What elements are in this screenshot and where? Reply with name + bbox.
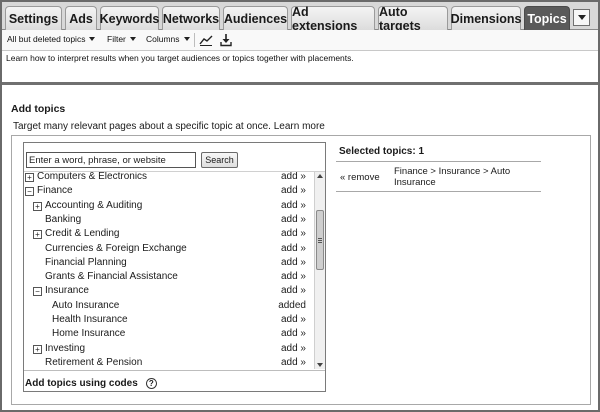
expand-icon[interactable]: + [33, 344, 42, 354]
topic-label: Investing [45, 342, 86, 354]
topic-added-status: added [278, 299, 306, 311]
topic-label: Home Insurance [52, 328, 126, 340]
selected-divider [336, 161, 541, 162]
topic-label: Financial Planning [45, 256, 127, 268]
tab-networks[interactable]: Networks [162, 6, 220, 30]
tab-topics[interactable]: Topics [524, 6, 570, 31]
add-topic-link[interactable]: add » [281, 227, 306, 241]
scrollbar-thumb[interactable] [316, 210, 324, 270]
columns-label: Columns [146, 34, 180, 44]
topic-row: Health Insurance add » [24, 313, 314, 327]
topic-row: Currencies & Foreign Exchange add » [24, 242, 314, 256]
filter-label: Filter [107, 34, 126, 44]
topic-label: Banking [45, 213, 82, 225]
topic-label: Finance [37, 185, 73, 197]
topic-label: Accounting & Auditing [45, 199, 143, 211]
tab-auto-targets[interactable]: Auto targets [378, 5, 448, 33]
tab-ads[interactable]: Ads [65, 6, 97, 30]
add-topic-link[interactable]: add » [281, 256, 306, 270]
topic-row: Grants & Financial Assistance add » [24, 270, 314, 284]
add-topic-link[interactable]: add » [281, 356, 306, 369]
view-filter-dropdown[interactable]: All but deleted topics [7, 34, 96, 44]
topic-label: Insurance [45, 285, 89, 297]
expand-icon[interactable]: + [33, 201, 42, 211]
topic-list-scrollbar[interactable] [314, 172, 325, 369]
tab-audiences[interactable]: Audiences [223, 6, 288, 30]
more-tabs-dropdown[interactable] [573, 9, 590, 26]
add-topic-link[interactable]: add » [281, 213, 306, 227]
toolbar-divider [194, 33, 195, 47]
topic-list: + Computers & Electronics add » − Finance add… [24, 171, 325, 369]
expand-icon[interactable]: + [33, 230, 42, 240]
description-text: Target many relevant pages about a speci… [13, 121, 271, 132]
topic-label: Retirement & Pension [45, 356, 143, 368]
remove-topic-link[interactable]: « remove [340, 172, 380, 183]
selected-topics-title: Selected topics: 1 [339, 146, 425, 157]
collapse-icon[interactable]: − [33, 287, 42, 297]
topic-row: Financial Planning add » [24, 256, 314, 270]
scroll-down-icon[interactable] [317, 363, 323, 367]
tab-settings[interactable]: Settings [5, 6, 62, 30]
selected-topic-path: Finance > Insurance > Auto Insurance [394, 166, 511, 188]
topic-label: Auto Insurance [52, 299, 120, 311]
download-icon[interactable] [219, 33, 233, 47]
tab-ad-extensions[interactable]: Ad extensions [291, 5, 375, 33]
add-topic-link[interactable]: add » [281, 199, 306, 213]
chart-icon[interactable] [199, 33, 213, 47]
topic-row: − Insurance add » [24, 284, 314, 298]
add-topic-link[interactable]: add » [281, 313, 306, 327]
add-topic-link[interactable]: add » [281, 184, 306, 198]
topic-label: Health Insurance [52, 314, 128, 325]
topic-label: Grants & Financial Assistance [45, 271, 178, 283]
caret-down-icon [89, 37, 96, 41]
topic-label: Computers & Electronics [37, 171, 148, 182]
search-input[interactable] [26, 152, 196, 168]
filter-dropdown[interactable]: Filter [107, 34, 136, 44]
topic-label: Currencies & Foreign Exchange [45, 242, 187, 254]
info-message: Learn how to interpret results when you … [6, 53, 354, 63]
search-button[interactable]: Search [201, 152, 238, 168]
toolbar: All but deleted topics Filter Columns [2, 30, 598, 51]
add-topic-link[interactable]: add » [281, 284, 306, 298]
add-topic-link[interactable]: add » [281, 327, 306, 341]
tab-keywords[interactable]: Keywords [100, 6, 159, 30]
topic-row: Banking add » [24, 213, 314, 227]
topic-row: Auto Insurance added [24, 299, 314, 313]
topic-row: + Credit & Lending add » [24, 227, 314, 241]
collapse-icon[interactable]: − [25, 187, 34, 197]
add-topics-codes-link[interactable]: Add topics using codes [25, 378, 138, 389]
add-topic-link[interactable]: add » [281, 172, 306, 184]
chevron-down-icon [577, 15, 586, 20]
view-filter-label: All but deleted topics [7, 34, 86, 44]
add-topics-description: Target many relevant pages about a speci… [13, 121, 325, 132]
caret-down-icon [183, 37, 190, 41]
add-topic-link[interactable]: add » [281, 270, 306, 284]
selected-divider [336, 191, 541, 192]
scroll-up-icon[interactable] [317, 174, 323, 178]
add-topic-link[interactable]: add » [281, 242, 306, 256]
tab-dimensions[interactable]: Dimensions [451, 6, 521, 30]
caret-down-icon [129, 37, 136, 41]
topic-row: + Accounting & Auditing add » [24, 199, 314, 213]
tab-bar: Settings Ads Keywords Networks Audiences Ad e… [2, 2, 598, 33]
add-topics-title: Add topics [11, 103, 66, 115]
topic-row: − Finance add » [24, 184, 314, 198]
section-divider [2, 82, 598, 85]
help-icon[interactable]: ? [145, 377, 157, 389]
topic-row: + Investing add » [24, 342, 314, 356]
topic-row: + Computers & Electronics add » [24, 171, 314, 184]
columns-dropdown[interactable]: Columns [146, 34, 190, 44]
add-topics-codes-bar: Add topics using codes ? [24, 370, 325, 391]
topic-row: Retirement & Pension add » [24, 356, 314, 369]
add-topic-link[interactable]: add » [281, 342, 306, 356]
topics-panel: Settings Ads Keywords Networks Audiences Ad e… [0, 0, 600, 412]
expand-icon[interactable]: + [25, 173, 34, 182]
learn-more-link[interactable]: Learn more [274, 121, 325, 132]
topic-row: Home Insurance add » [24, 327, 314, 341]
topic-label: Credit & Lending [45, 228, 120, 240]
